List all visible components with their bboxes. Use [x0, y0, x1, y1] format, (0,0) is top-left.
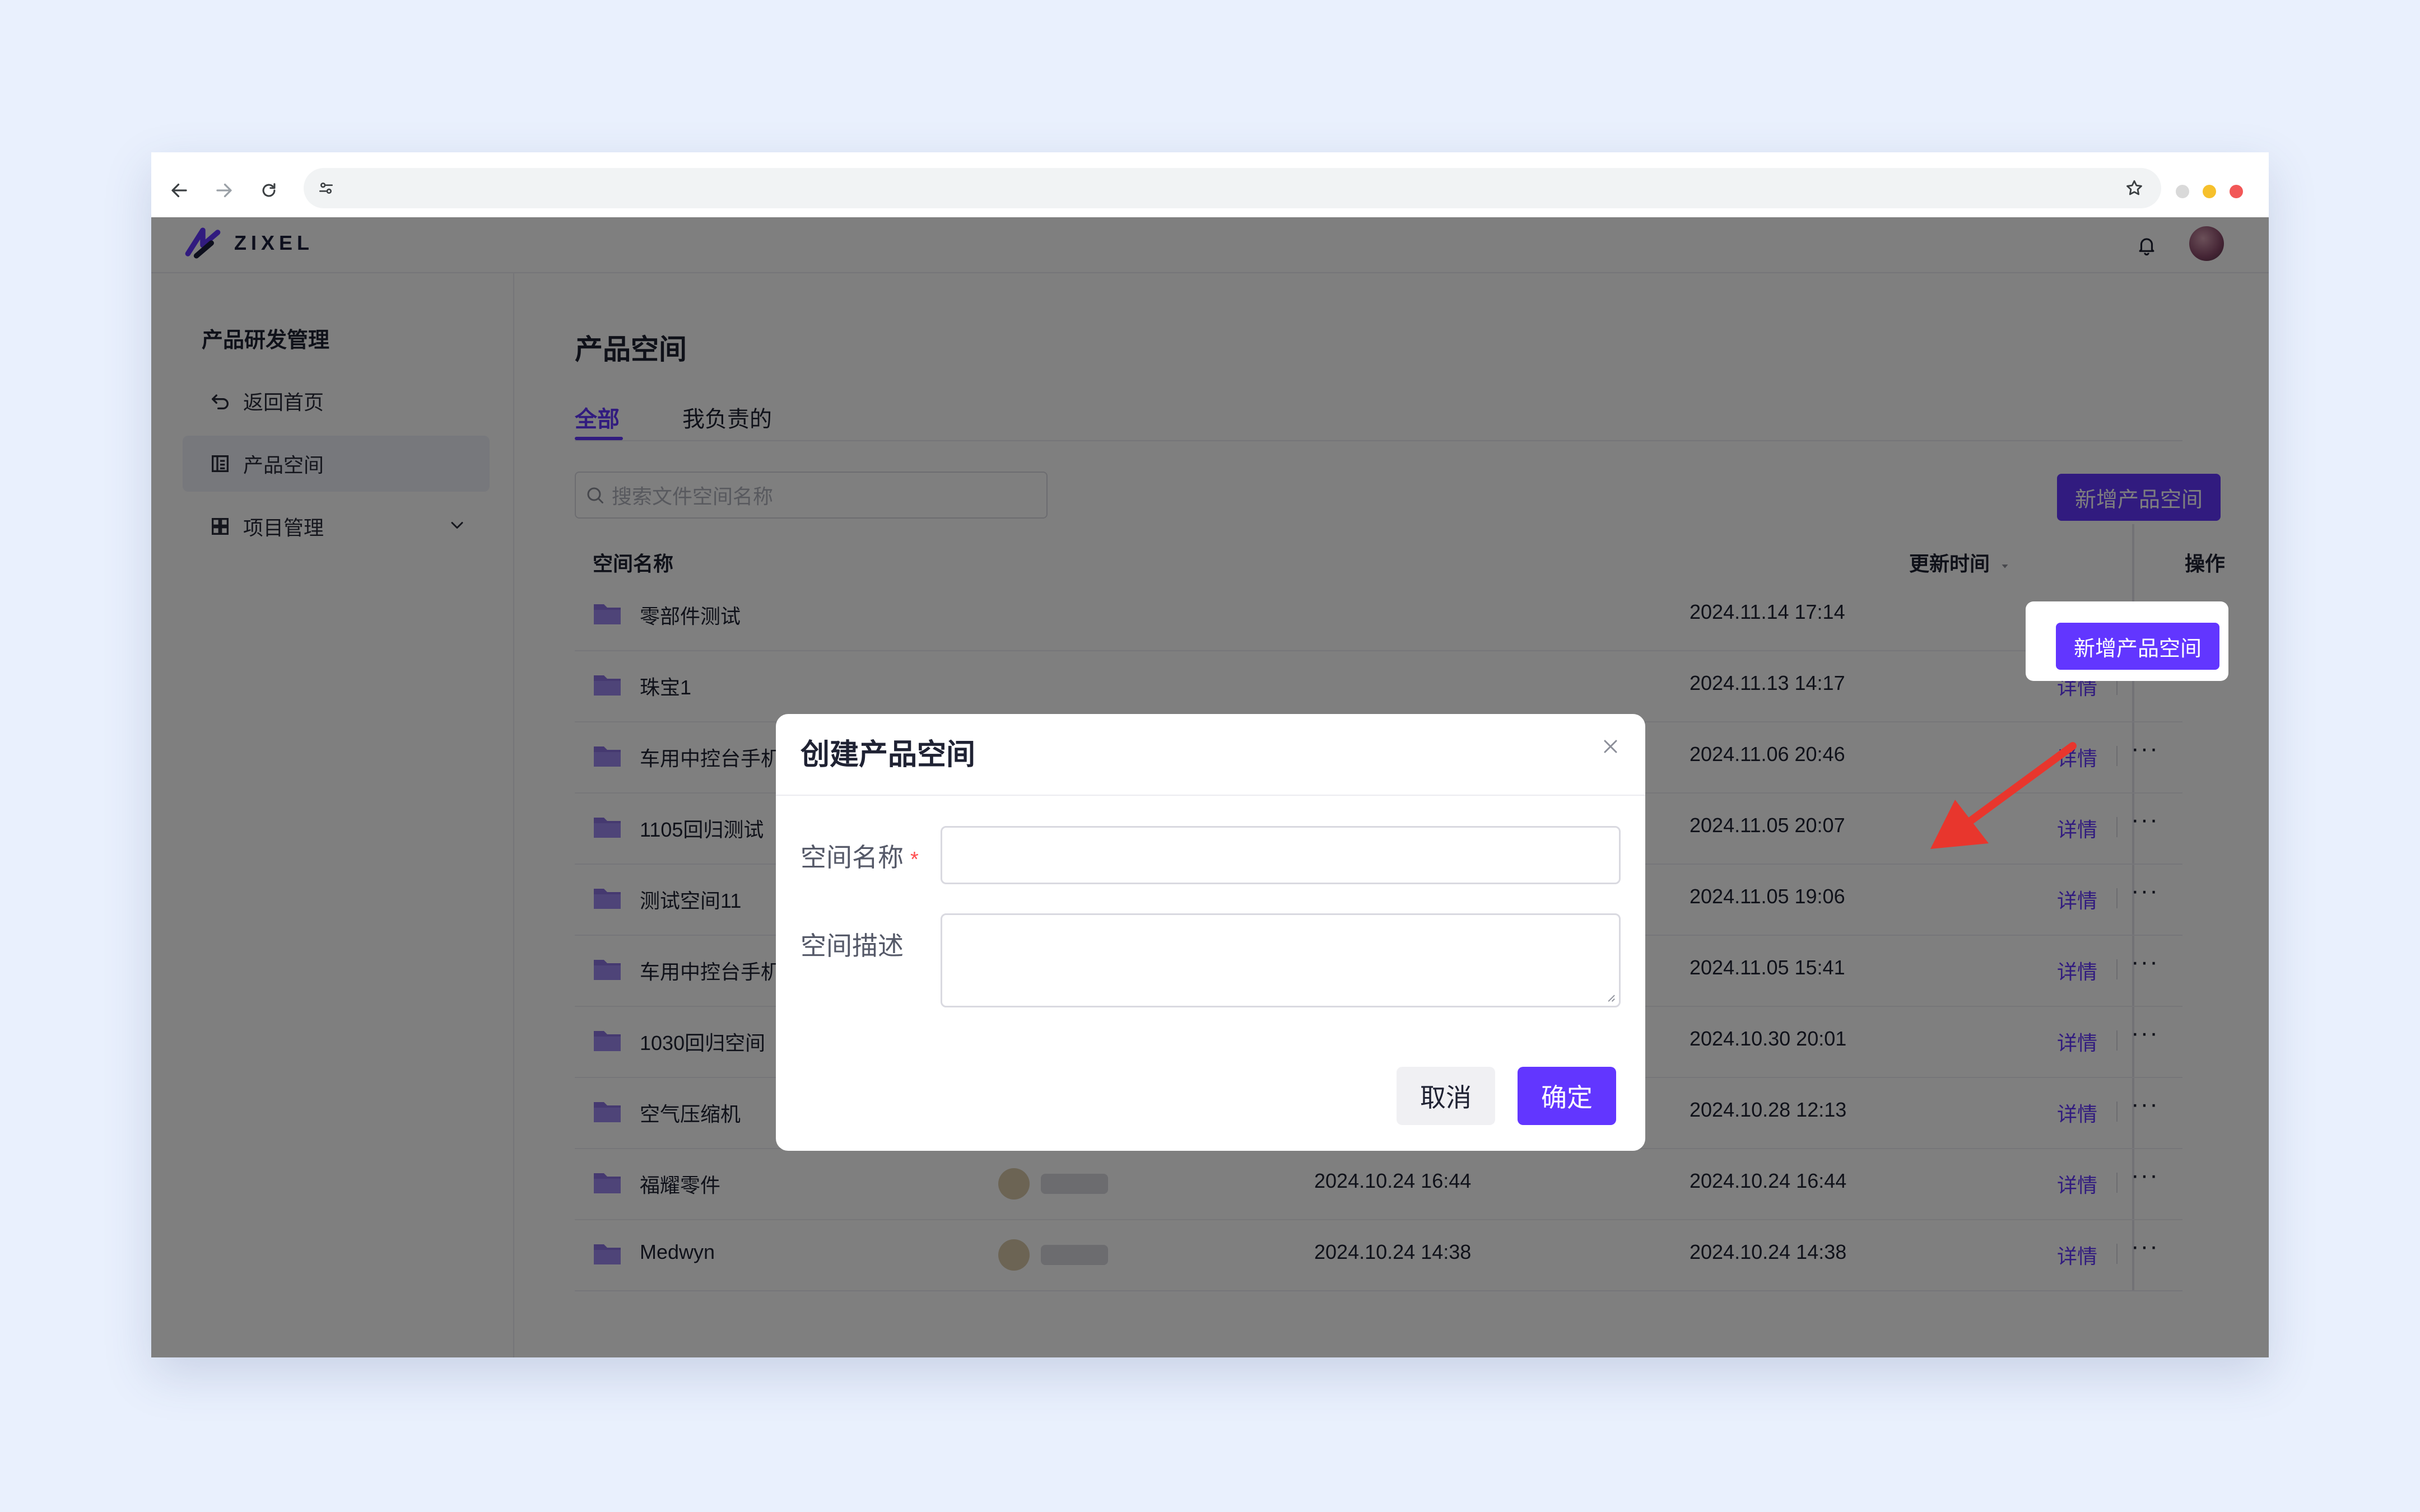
- app-root: ZIXEL 产品研发管理 返回首页 产品空间: [151, 217, 2269, 1357]
- create-product-space-dialog: 创建产品空间 空间名称 * 空间描述 取消 确定: [776, 714, 1645, 1151]
- cancel-button[interactable]: 取消: [1397, 1067, 1495, 1125]
- close-icon[interactable]: [1590, 726, 1631, 767]
- dialog-divider: [776, 795, 1645, 796]
- address-bar[interactable]: [304, 168, 2161, 208]
- window-dot-gray[interactable]: [2176, 185, 2189, 198]
- dialog-title: 创建产品空间: [801, 739, 976, 771]
- resize-handle-icon[interactable]: [1603, 990, 1616, 1002]
- space-name-label-text: 空间名称: [801, 843, 904, 872]
- forward-arrow-icon[interactable]: [206, 172, 242, 208]
- site-settings-icon[interactable]: [311, 174, 341, 203]
- window-dot-red[interactable]: [2230, 185, 2243, 198]
- bookmark-star-icon[interactable]: [2120, 174, 2149, 203]
- space-desc-field[interactable]: [941, 913, 1621, 1007]
- browser-window: ZIXEL 产品研发管理 返回首页 产品空间: [151, 152, 2269, 1357]
- window-dot-yellow[interactable]: [2203, 185, 2216, 198]
- reload-icon[interactable]: [251, 172, 287, 208]
- space-desc-label: 空间描述: [801, 931, 904, 960]
- required-mark: *: [910, 848, 919, 871]
- add-product-space-button-highlighted[interactable]: 新增产品空间: [2056, 623, 2219, 670]
- back-arrow-icon[interactable]: [161, 172, 197, 208]
- space-name-field[interactable]: [941, 826, 1621, 884]
- red-arrow-annotation-icon: [1930, 742, 2077, 849]
- space-name-label: 空间名称 *: [801, 837, 919, 874]
- confirm-button[interactable]: 确定: [1518, 1067, 1616, 1125]
- browser-toolbar: [151, 152, 2269, 217]
